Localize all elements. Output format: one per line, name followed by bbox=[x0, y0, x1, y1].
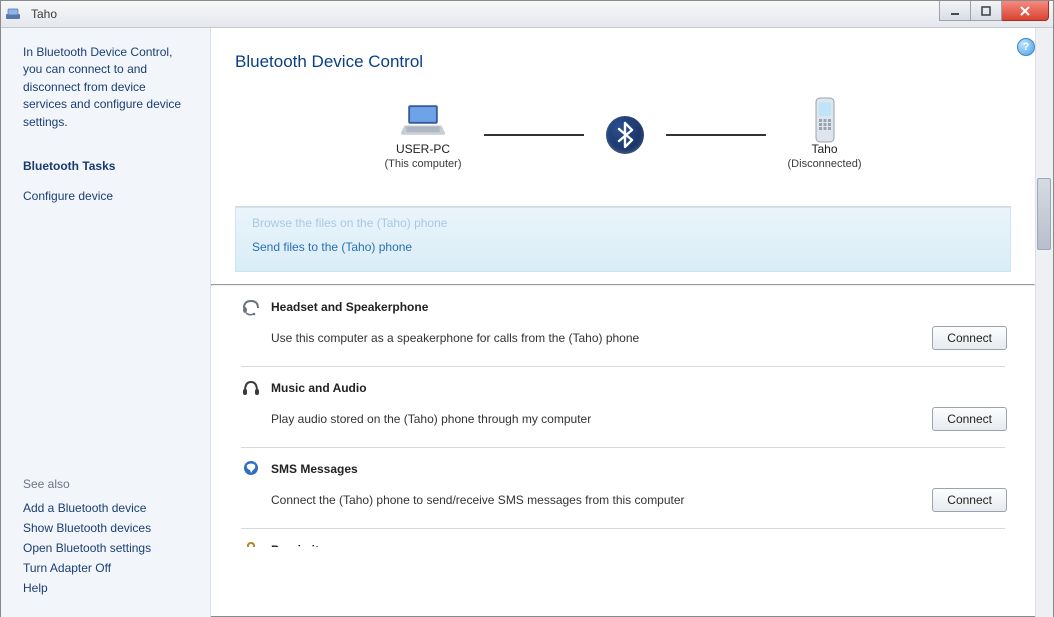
connection-diagram: USER-PC (This computer) bbox=[235, 96, 1011, 194]
local-computer-node: USER-PC (This computer) bbox=[384, 100, 461, 170]
phone-icon bbox=[801, 100, 849, 140]
page-title: Bluetooth Device Control bbox=[235, 52, 1011, 72]
window-body: In Bluetooth Device Control, you can con… bbox=[1, 28, 1053, 617]
seealso-add-device[interactable]: Add a Bluetooth device bbox=[23, 501, 192, 515]
window-icon bbox=[5, 6, 21, 22]
service-music-desc: Play audio stored on the (Taho) phone th… bbox=[271, 412, 916, 426]
service-music: Music and Audio Play audio stored on the… bbox=[235, 379, 1011, 443]
sidebar-link-configure[interactable]: Configure device bbox=[23, 189, 192, 203]
lock-icon bbox=[241, 541, 261, 547]
service-proximity: Proximity Use the (Taho) as a proximity … bbox=[235, 541, 1011, 547]
service-headset-title: Headset and Speakerphone bbox=[271, 300, 428, 314]
window-frame: Taho In Bluetooth Device Control, you ca… bbox=[0, 0, 1054, 617]
seealso-show-devices[interactable]: Show Bluetooth devices bbox=[23, 521, 192, 535]
seealso-turn-adapter-off[interactable]: Turn Adapter Off bbox=[23, 561, 192, 575]
seealso-open-settings[interactable]: Open Bluetooth settings bbox=[23, 541, 192, 555]
headset-icon bbox=[241, 298, 261, 316]
header-area: Bluetooth Device Control bbox=[211, 28, 1035, 206]
minimize-button[interactable] bbox=[939, 1, 971, 21]
sidebar-seealso: See also Add a Bluetooth device Show Blu… bbox=[23, 477, 192, 601]
service-sms-desc: Connect the (Taho) phone to send/receive… bbox=[271, 493, 916, 507]
seealso-help[interactable]: Help bbox=[23, 581, 192, 595]
titlebar[interactable]: Taho bbox=[1, 1, 1053, 28]
browse-files-link[interactable]: Browse the files on the (Taho) phone bbox=[252, 211, 994, 235]
headphones-icon bbox=[241, 379, 261, 397]
services-area: Browse the files on the (Taho) phone Sen… bbox=[211, 207, 1035, 547]
connect-headset-button[interactable]: Connect bbox=[932, 326, 1007, 350]
remote-sub: (Disconnected) bbox=[788, 158, 862, 170]
scrollbar-thumb[interactable] bbox=[1037, 178, 1051, 250]
sidebar: In Bluetooth Device Control, you can con… bbox=[1, 28, 211, 617]
seealso-title: See also bbox=[23, 477, 192, 491]
separator bbox=[211, 284, 1035, 286]
service-headset: Headset and Speakerphone Use this comput… bbox=[235, 298, 1011, 362]
send-files-link[interactable]: Send files to the (Taho) phone bbox=[252, 235, 994, 259]
main-pane: ? Bluetooth Device Control bbox=[211, 28, 1053, 617]
laptop-icon bbox=[399, 100, 447, 140]
local-sub: (This computer) bbox=[384, 158, 461, 170]
service-proximity-title: Proximity bbox=[271, 543, 326, 547]
service-sms-title: SMS Messages bbox=[271, 462, 358, 476]
sms-icon bbox=[241, 460, 261, 478]
service-music-title: Music and Audio bbox=[271, 381, 367, 395]
window-title: Taho bbox=[31, 7, 57, 21]
separator bbox=[241, 447, 1005, 448]
local-name: USER-PC bbox=[396, 142, 450, 156]
close-button[interactable] bbox=[1002, 1, 1049, 21]
connect-sms-button[interactable]: Connect bbox=[932, 488, 1007, 512]
sidebar-intro: In Bluetooth Device Control, you can con… bbox=[23, 44, 192, 131]
remote-name: Taho bbox=[811, 142, 837, 156]
service-sms: SMS Messages Connect the (Taho) phone to… bbox=[235, 460, 1011, 524]
separator bbox=[241, 366, 1005, 367]
window-controls bbox=[939, 1, 1049, 21]
sidebar-section-tasks: Bluetooth Tasks bbox=[23, 159, 192, 173]
remote-device-node: Taho (Disconnected) bbox=[788, 100, 862, 170]
separator bbox=[241, 528, 1005, 529]
file-actions-group: Browse the files on the (Taho) phone Sen… bbox=[235, 207, 1011, 272]
bluetooth-icon bbox=[606, 116, 644, 154]
connection-line-left bbox=[484, 134, 584, 136]
service-headset-desc: Use this computer as a speakerphone for … bbox=[271, 331, 916, 345]
content-scroll: Bluetooth Device Control bbox=[211, 28, 1053, 617]
maximize-button[interactable] bbox=[971, 1, 1002, 21]
connect-music-button[interactable]: Connect bbox=[932, 407, 1007, 431]
connection-line-right bbox=[666, 134, 766, 136]
scrollbar-track[interactable] bbox=[1035, 28, 1053, 617]
